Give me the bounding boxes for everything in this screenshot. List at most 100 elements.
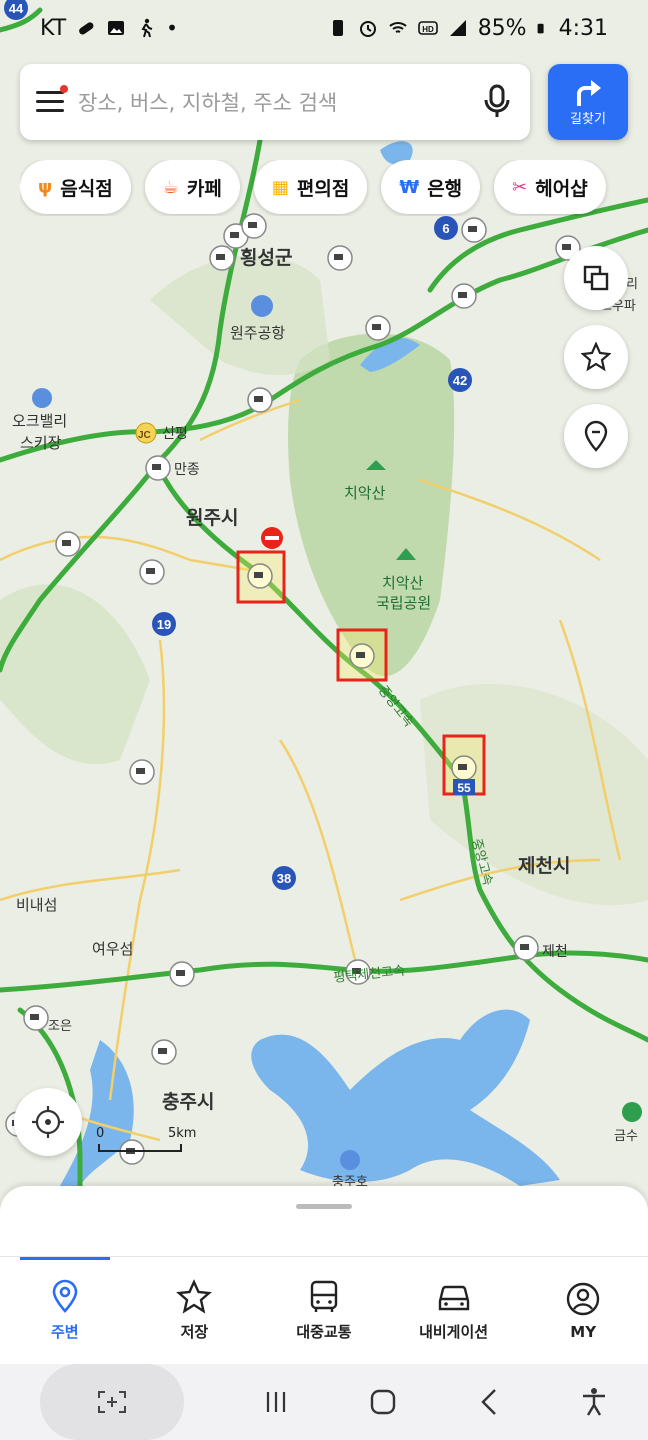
carrier-label: KT (40, 15, 67, 41)
menu-icon[interactable] (36, 85, 68, 115)
bottom-sheet[interactable] (0, 1186, 648, 1266)
label-to-eun: 조은 (48, 1018, 72, 1033)
wifi-icon (389, 22, 407, 33)
svg-text:55: 55 (457, 781, 471, 795)
label-chungju: 충주시 (162, 1091, 214, 1113)
nav-navigation[interactable]: 내비게이션 (389, 1257, 519, 1364)
label-wonju: 원주시 (186, 507, 238, 529)
category-chips: ψ 음식점 ☕ 카페 ▦ 편의점 ₩ 은행 ✂ 헤어샵 (20, 160, 648, 216)
nav-nearby[interactable]: 주변 (0, 1257, 130, 1364)
cctv-camera-icon (145, 455, 171, 481)
label-chiaksan-park-2: 국립공원 (376, 595, 431, 612)
search-bar[interactable]: 장소, 버스, 지하철, 주소 검색 (20, 64, 530, 140)
route-shield-6: 6 (434, 216, 458, 240)
clock: 4:31 (558, 15, 608, 41)
chip-hair-salon[interactable]: ✂ 헤어샵 (494, 160, 606, 214)
pin-button[interactable] (564, 404, 628, 468)
location-pin-icon (584, 420, 608, 452)
label-binaeseom: 비내섬 (16, 897, 57, 914)
favorites-button[interactable] (564, 325, 628, 389)
bottom-navigation: 주변 저장 대중교통 내비게이션 MY (0, 1256, 648, 1364)
fork-knife-icon: ψ (38, 176, 53, 198)
label-wonju-airport: 원주공항 (230, 325, 285, 342)
capture-button[interactable] (39, 1364, 184, 1440)
cctv-camera-icon (169, 961, 195, 987)
cctv-camera-icon (365, 315, 391, 341)
chip-restaurant[interactable]: ψ 음식점 (20, 160, 131, 214)
label-jecheon-city: 제천시 (518, 855, 570, 877)
nav-saved[interactable]: 저장 (130, 1257, 260, 1364)
back-icon[interactable] (477, 1388, 501, 1416)
svg-text:19: 19 (157, 617, 171, 632)
notification-dot-icon: • (166, 16, 178, 40)
directions-label: 길찾기 (570, 111, 606, 127)
label-oak-valley: 오크밸리 (12, 413, 67, 430)
layers-button[interactable] (564, 246, 628, 310)
label-ski: 스키장 (20, 435, 62, 452)
walking-icon (141, 18, 153, 38)
search-input[interactable]: 장소, 버스, 지하철, 주소 검색 (78, 87, 480, 117)
label-jc: JC (138, 430, 151, 441)
nav-transit[interactable]: 대중교통 (259, 1257, 389, 1364)
sheet-drag-handle[interactable] (296, 1204, 352, 1209)
battery-icon (537, 23, 544, 34)
label-chiaksan-park-1: 치악산 (382, 575, 424, 592)
label-jecheon: 제천 (542, 943, 568, 959)
chip-bank[interactable]: ₩ 은행 (381, 160, 481, 214)
label-sinpyeong: 신평 (162, 425, 188, 441)
label-yeoueseom: 여우섬 (92, 941, 133, 958)
accessibility-icon[interactable] (580, 1387, 608, 1417)
won-icon: ₩ (399, 176, 420, 198)
route-shield-38: 38 (272, 866, 296, 890)
cctv-camera-icon (327, 245, 353, 271)
cctv-camera-icon (129, 759, 155, 785)
scissors-icon: ✂ (512, 176, 528, 198)
scale-distance-label: 5km (168, 1126, 197, 1141)
chip-convenience-store[interactable]: ▦ 편의점 (253, 160, 368, 214)
star-icon (581, 342, 611, 372)
signal-icon (449, 20, 466, 36)
cctv-camera-icon (451, 283, 477, 309)
map-scale: 0 5km (96, 1126, 206, 1156)
coffee-cup-icon: ☕ (162, 176, 179, 198)
cctv-camera-icon (139, 559, 165, 585)
nearby-pin-icon (52, 1279, 78, 1313)
cctv-camera-icon (349, 643, 375, 669)
cctv-camera-icon (451, 755, 477, 781)
chip-cafe[interactable]: ☕ 카페 (144, 160, 240, 214)
alarm-icon (359, 21, 376, 37)
battery-saver-icon (332, 20, 343, 36)
cctv-camera-icon (55, 531, 81, 557)
directions-button[interactable]: 길찾기 (548, 64, 628, 140)
layers-icon (583, 265, 609, 291)
profile-icon (566, 1282, 600, 1315)
svg-text:38: 38 (277, 871, 291, 886)
battery-percent: 85% (477, 15, 527, 41)
cctv-camera-icon (23, 1005, 49, 1031)
nav-my[interactable]: MY (518, 1257, 648, 1364)
scale-zero-label: 0 (96, 1126, 105, 1141)
turn-right-arrow-icon (577, 79, 601, 106)
cctv-camera-icon (513, 935, 539, 961)
microphone-icon[interactable] (480, 82, 514, 122)
screen-capture-icon (97, 1391, 126, 1413)
svg-text:6: 6 (442, 221, 449, 236)
crosshair-icon (32, 1106, 64, 1138)
car-icon (438, 1285, 469, 1311)
lake-icon (340, 1150, 360, 1170)
route-shield-55: 55 (453, 779, 475, 795)
active-tab-indicator (20, 1257, 110, 1260)
label-chiaksan: 치악산 (344, 485, 386, 502)
recent-apps-icon[interactable] (263, 1389, 289, 1415)
svg-text:42: 42 (453, 373, 467, 388)
cctv-camera-icon (209, 245, 235, 271)
home-icon[interactable] (369, 1388, 397, 1416)
airport-icon (251, 295, 273, 317)
scale-line (98, 1144, 182, 1152)
bus-icon (310, 1280, 338, 1312)
label-geumsu: 금수 (614, 1128, 638, 1143)
cctv-camera-icon (461, 217, 487, 243)
my-location-button[interactable] (14, 1088, 82, 1156)
system-navigation-bar (0, 1364, 648, 1440)
cctv-camera-icon (247, 563, 273, 589)
